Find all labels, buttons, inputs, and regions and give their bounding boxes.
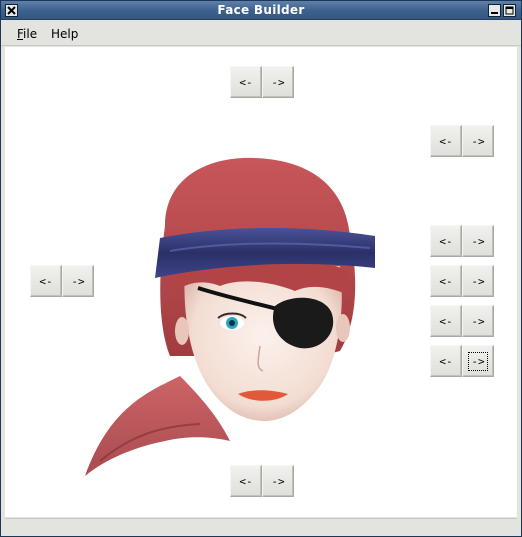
selector-right-5: <- -> (430, 345, 494, 377)
face-image (85, 157, 375, 476)
window-title: Face Builder (217, 3, 305, 17)
next-button-right-4[interactable]: -> (462, 305, 494, 337)
next-button-right-1[interactable]: -> (462, 125, 494, 157)
menu-file[interactable]: File (17, 27, 37, 41)
selector-right-3: <- -> (430, 265, 494, 297)
canvas-area: <- -> <- -> <- -> <- -> <- -> <- -> <- -… (5, 47, 517, 517)
prev-button-right-3[interactable]: <- (430, 265, 462, 297)
prev-button-right-5[interactable]: <- (430, 345, 462, 377)
next-button-left[interactable]: -> (62, 265, 94, 297)
status-bar (5, 518, 517, 534)
menu-file-rest: ile (23, 27, 38, 41)
prev-button-top[interactable]: <- (230, 66, 262, 98)
selector-bottom: <- -> (230, 465, 294, 497)
next-button-top[interactable]: -> (262, 66, 294, 98)
prev-button-left[interactable]: <- (30, 265, 62, 297)
menu-help[interactable]: Help (51, 27, 78, 41)
maximize-button[interactable] (503, 4, 516, 17)
selector-right-2: <- -> (430, 225, 494, 257)
next-button-right-2[interactable]: -> (462, 225, 494, 257)
next-button-right-3[interactable]: -> (462, 265, 494, 297)
menu-bar: File Help (1, 21, 521, 46)
minimize-icon (491, 12, 498, 14)
prev-button-right-2[interactable]: <- (430, 225, 462, 257)
title-bar[interactable]: Face Builder (1, 1, 521, 20)
selector-left: <- -> (30, 265, 94, 297)
prev-button-right-1[interactable]: <- (430, 125, 462, 157)
maximize-icon (505, 6, 514, 15)
minimize-button[interactable] (488, 4, 501, 17)
ponytail-shape (85, 376, 230, 476)
next-button-bottom[interactable]: -> (262, 465, 294, 497)
prev-button-bottom[interactable]: <- (230, 465, 262, 497)
next-button-right-5[interactable]: -> (462, 345, 494, 377)
prev-button-right-4[interactable]: <- (430, 305, 462, 337)
selector-top: <- -> (230, 66, 294, 98)
selector-right-1: <- -> (430, 125, 494, 157)
app-window: Face Builder File Help <- -> <- -> <- ->… (0, 0, 522, 537)
selector-right-4: <- -> (430, 305, 494, 337)
